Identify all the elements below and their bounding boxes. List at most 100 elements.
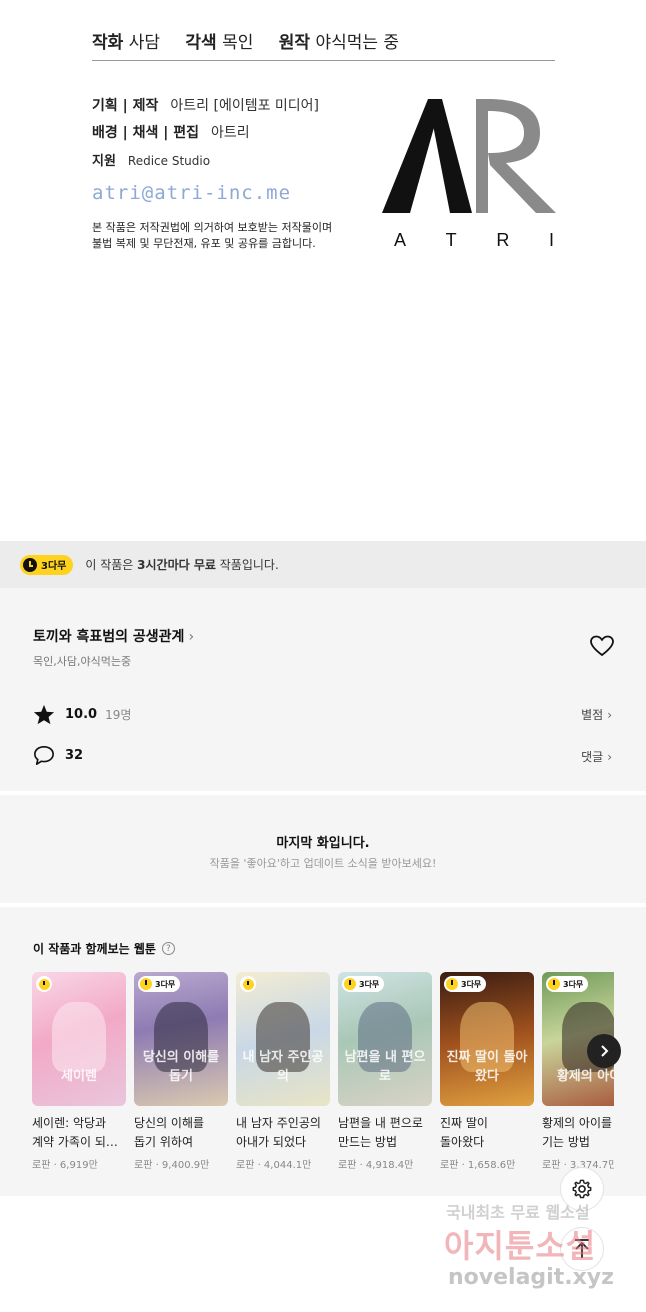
logo-letter: I: [548, 230, 554, 250]
banner-text: 이 작품은 3시간마다 무료 작품입니다.: [85, 556, 278, 573]
cover-thumbnail[interactable]: 3다무 당신의 이해를 돕기: [134, 972, 228, 1106]
recommendations-heading: 이 작품과 함께보는 웹툰 ?: [33, 940, 175, 957]
free-badge-label: 3다무: [155, 979, 176, 989]
clock-icon: [140, 978, 152, 990]
clock-icon: [548, 978, 560, 990]
recommendation-card[interactable]: 내 남자 주인공의 내 남자 주인공의 아내가 되었다 로판 · 4,044.1…: [236, 972, 330, 1171]
comment-count: 32: [65, 748, 84, 763]
recommendation-card[interactable]: 3다무 당신의 이해를 돕기 당신의 이해를 돕기 위하여 로판 · 9,400…: [134, 972, 228, 1171]
planning-row: 기획 | 제작 아트리 [에이템포 미디어]: [92, 95, 319, 115]
logo-letter: R: [496, 230, 510, 250]
work-title-link[interactable]: 토끼와 흑표범의 공생관계 ›: [33, 626, 194, 646]
work-authors: 목인,사담,야식먹는중: [33, 655, 132, 668]
planning-role: 기획 | 제작: [92, 98, 159, 114]
atri-wordmark: A T R I: [394, 230, 554, 251]
logo-letter: T: [445, 230, 457, 250]
last-episode-subtitle: 작품을 '좋아요'하고 업데이트 소식을 받아보세요!: [209, 857, 437, 870]
last-episode-title: 마지막 화입니다.: [276, 836, 370, 851]
comments-link-label[interactable]: 댓글: [581, 750, 603, 764]
background-row: 배경 | 채색 | 편집 아트리: [92, 122, 250, 142]
chevron-right-icon: ›: [188, 629, 195, 645]
cover-thumbnail[interactable]: 세이렌: [32, 972, 126, 1106]
recommendation-card[interactable]: 세이렌 세이렌: 악당과 계약 가족이 되… 로판 · 6,919만: [32, 972, 126, 1171]
clock-icon: [36, 976, 52, 992]
cover-logo-text: 진짜 딸이 돌아왔다: [446, 1050, 528, 1084]
free-badge-label: 3다무: [41, 561, 67, 572]
support-value: Redice Studio: [127, 154, 211, 168]
free-badge: 3다무: [20, 554, 74, 575]
chevron-right-icon: [601, 1045, 609, 1057]
free-badge-label: 3다무: [359, 979, 380, 989]
recommendation-title[interactable]: 황제의 아이를 기는 방법: [542, 1114, 614, 1152]
recommendation-card[interactable]: 3다무 남편을 내 편으로 남편을 내 편으로 만드는 방법 로판 · 4,91…: [338, 972, 432, 1171]
settings-button[interactable]: [560, 1167, 604, 1211]
planning-value: 아트리 [에이템포 미디어]: [170, 98, 320, 114]
site-watermark: 국내최초 무료 웹소설 아지툰소설 novelagit.xyz: [440, 1195, 640, 1305]
original-role: 원작: [278, 33, 311, 53]
notice-line: 불법 복제 및 무단전재, 유포 및 공유를 금합니다.: [92, 237, 316, 250]
clock-icon: [446, 978, 458, 990]
recommendation-meta: 로판 · 4,918.4만: [338, 1160, 414, 1171]
cover-thumbnail[interactable]: 3다무 진짜 딸이 돌아왔다: [440, 972, 534, 1106]
work-info-card: 토끼와 흑표범의 공생관계 › 목인,사담,야식먹는중 10.0 19명 별점 › …: [0, 588, 646, 791]
scroll-to-top-button[interactable]: [560, 1227, 604, 1271]
recommendation-title[interactable]: 진짜 딸이 돌아왔다: [440, 1114, 534, 1152]
recommendation-carousel: 세이렌 세이렌: 악당과 계약 가족이 되… 로판 · 6,919만 3다무 당…: [32, 972, 614, 1196]
copyright-notice: 본 작품은 저작권법에 의거하여 보호받는 저작물이며 불법 복제 및 무단전재…: [92, 220, 372, 252]
support-role: 지원: [92, 154, 116, 169]
artist-role: 작화: [92, 33, 124, 53]
recommendation-title[interactable]: 세이렌: 악당과 계약 가족이 되…: [32, 1114, 126, 1152]
clock-icon: [344, 978, 356, 990]
clock-icon: [240, 976, 256, 992]
recommendation-title[interactable]: 내 남자 주인공의 아내가 되었다: [236, 1114, 330, 1152]
comments-link[interactable]: 댓글 ›: [581, 748, 612, 765]
star-icon: [33, 704, 55, 725]
gear-icon: [572, 1179, 592, 1199]
contact-email: atri@atri-inc.me: [92, 182, 292, 204]
comment-icon: [34, 746, 54, 765]
recommendation-meta: 로판 · 6,919만: [32, 1160, 98, 1171]
work-title[interactable]: 토끼와 흑표범의 공생관계: [33, 629, 184, 645]
rating-row: 10.0 19명: [33, 704, 131, 725]
free-badge-label: 3다무: [461, 979, 482, 989]
free-badge: 3다무: [342, 976, 385, 992]
free-badge: 3다무: [444, 976, 487, 992]
recommendation-card[interactable]: 3다무 진짜 딸이 돌아왔다 진짜 딸이 돌아왔다 로판 · 1,658.6만: [440, 972, 534, 1171]
chevron-right-icon: ›: [607, 708, 612, 722]
free-badge: 3다무: [138, 976, 181, 992]
cover-logo-text: 당신의 이해를 돕기: [142, 1050, 220, 1084]
atri-logo-icon: [382, 99, 556, 213]
clock-icon: [23, 557, 37, 572]
free-badge-label: 3다무: [563, 979, 584, 989]
recommendation-meta: 로판 · 1,658.6만: [440, 1160, 516, 1171]
recommendation-meta: 로판 · 4,044.1만: [236, 1160, 312, 1171]
banner-text-bold: 3시간마다 무료: [137, 558, 216, 572]
story-name: 목인: [222, 33, 254, 53]
bg-role: 배경 | 채색 | 편집: [92, 125, 200, 141]
free-badge: 3다무: [546, 976, 589, 992]
credit-line: 작화 사담 각색 목인 원작 야식먹는 중: [92, 28, 399, 53]
recommendation-title[interactable]: 남편을 내 편으로 만드는 방법: [338, 1114, 432, 1152]
comment-row: 32: [33, 745, 83, 766]
cover-thumbnail[interactable]: 내 남자 주인공의: [236, 972, 330, 1106]
cover-thumbnail[interactable]: 3다무 남편을 내 편으로: [338, 972, 432, 1106]
carousel-next-button[interactable]: [587, 1034, 621, 1068]
cover-logo-text: 남편을 내 편으로: [344, 1050, 426, 1084]
artist-name: 사담: [128, 33, 160, 53]
recommendation-card[interactable]: 3다무 황제의 아이 황제의 아이를 기는 방법 로판 · 3,374.7만: [542, 972, 614, 1171]
episode-credits-image: 작화 사담 각색 목인 원작 야식먹는 중 기획 | 제작 아트리 [에이템포 미…: [0, 0, 646, 540]
recommendations-heading-text: 이 작품과 함께보는 웹툰: [33, 942, 156, 956]
recommendation-title[interactable]: 당신의 이해를 돕기 위하여: [134, 1114, 228, 1152]
help-icon[interactable]: ?: [161, 942, 175, 955]
arrow-up-icon: [575, 1239, 589, 1258]
cover-logo-text: 세이렌: [61, 1069, 97, 1084]
rating-link-label[interactable]: 별점: [581, 708, 603, 722]
recommendation-meta: 로판 · 9,400.9만: [134, 1160, 210, 1171]
heart-icon[interactable]: [590, 635, 614, 657]
banner-text-post: 작품입니다.: [215, 558, 279, 572]
divider: [92, 60, 555, 61]
rating-link[interactable]: 별점 ›: [581, 706, 612, 723]
banner-text-pre: 이 작품은: [85, 558, 138, 572]
original-name: 야식먹는 중: [315, 33, 400, 53]
free-every-3h-banner: 3다무 이 작품은 3시간마다 무료 작품입니다.: [0, 541, 646, 588]
